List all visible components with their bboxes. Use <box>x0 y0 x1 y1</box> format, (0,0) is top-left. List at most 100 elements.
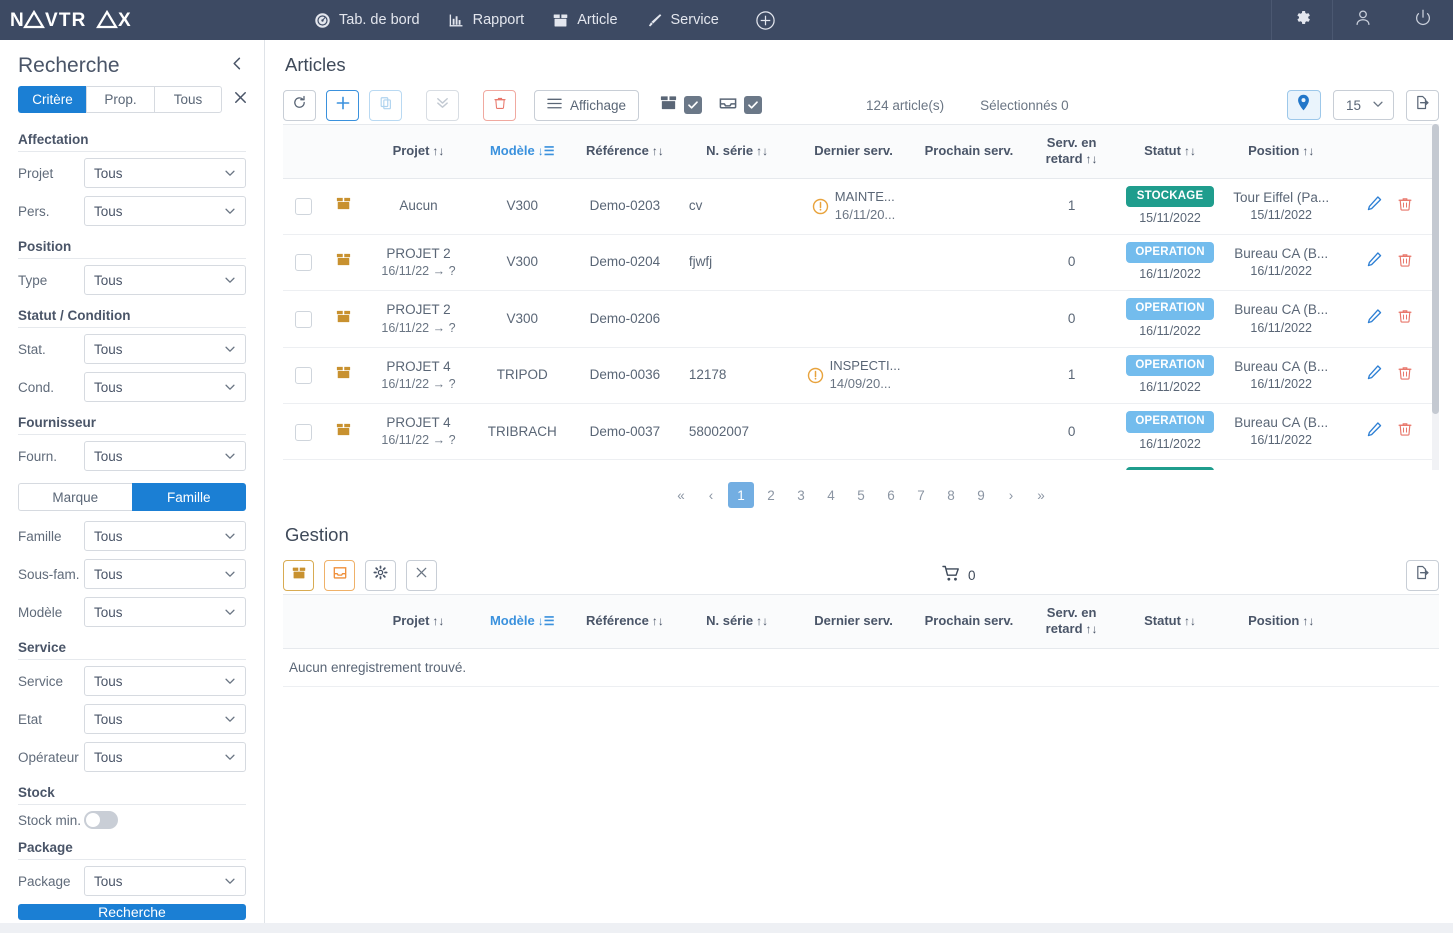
edit-row-button[interactable] <box>1366 308 1383 325</box>
select-service[interactable]: Tous <box>84 666 246 696</box>
pagination-next[interactable]: › <box>998 482 1024 508</box>
gestion-box-button[interactable] <box>283 559 314 591</box>
row-checkbox[interactable] <box>294 423 312 441</box>
pagination-page-5[interactable]: 5 <box>848 482 874 508</box>
add-article-button[interactable] <box>326 89 359 121</box>
col-projet[interactable]: Projet ↑↓ <box>363 124 474 179</box>
gestion-col-position[interactable]: Position ↑↓ <box>1222 594 1340 649</box>
col-statut[interactable]: Statut ↑↓ <box>1117 124 1223 179</box>
select-stat[interactable]: Tous <box>84 334 246 364</box>
delete-row-button[interactable] <box>1397 252 1413 268</box>
sidebar-collapse-button[interactable] <box>229 55 246 77</box>
gestion-col-dernier-serv[interactable]: Dernier serv. <box>795 594 912 649</box>
gestion-col-serv-retard[interactable]: Serv. en retard ↑↓ <box>1026 594 1118 649</box>
col-dernier-serv[interactable]: Dernier serv. <box>795 124 912 179</box>
select-modele[interactable]: Tous <box>84 597 246 627</box>
nav-item-service[interactable]: Service <box>632 0 733 40</box>
nav-add-button[interactable] <box>733 0 798 40</box>
select-cond[interactable]: Tous <box>84 372 246 402</box>
table-row[interactable]: AucunTRIBRACHDemo-0091vsdbsd 0STOCKAGE04/… <box>283 459 1439 470</box>
col-reference[interactable]: Référence ↑↓ <box>570 124 679 179</box>
pagination-page-8[interactable]: 8 <box>938 482 964 508</box>
table-row[interactable]: PROJET 2 16/11/22 → ? V300 Demo-0204 fjwfj 0 O… <box>283 234 1439 292</box>
cart-indicator[interactable]: 0 <box>942 565 976 585</box>
sidebar-close-button[interactable] <box>232 89 249 111</box>
row-checkbox[interactable] <box>294 367 312 385</box>
filter-tray-checkbox[interactable] <box>744 96 763 114</box>
row-checkbox[interactable] <box>294 254 312 272</box>
select-sous-famille[interactable]: Tous <box>84 559 246 589</box>
nav-item-dashboard[interactable]: Tab. de bord <box>300 0 434 40</box>
gestion-tray-button[interactable] <box>324 559 355 591</box>
pagination-page-1[interactable]: 1 <box>728 482 754 508</box>
edit-row-button[interactable] <box>1366 364 1383 381</box>
export-gestion-button[interactable] <box>1406 559 1439 591</box>
stock-min-toggle[interactable] <box>84 811 118 829</box>
delete-button[interactable] <box>483 89 516 121</box>
pagination-page-2[interactable]: 2 <box>758 482 784 508</box>
edit-row-button[interactable] <box>1366 251 1383 268</box>
delete-row-button[interactable] <box>1397 196 1413 212</box>
table-row[interactable]: PROJET 2 16/11/22 → ? V300 Demo-0206 0 OPERAT… <box>283 290 1439 348</box>
affichage-button[interactable]: Affichage <box>534 89 640 121</box>
table-row[interactable]: Aucun V300 Demo-0203 cv MAINTE... 16/11/20...… <box>283 178 1439 235</box>
filter-box-checkbox[interactable] <box>684 96 703 114</box>
settings-button[interactable] <box>1272 0 1332 40</box>
select-package[interactable]: Tous <box>84 866 246 896</box>
tab-critere[interactable]: Critère <box>18 86 86 113</box>
export-articles-button[interactable] <box>1406 89 1439 121</box>
select-famille[interactable]: Tous <box>84 521 246 551</box>
edit-row-button[interactable] <box>1366 421 1383 438</box>
gestion-col-modele[interactable]: Modèle ↓☰ <box>473 594 571 649</box>
gestion-col-statut[interactable]: Statut ↑↓ <box>1117 594 1223 649</box>
col-prochain-serv[interactable]: Prochain serv. <box>911 124 1027 179</box>
brand-logo[interactable]: N VTR X NAVTRAX <box>0 9 300 31</box>
logout-button[interactable] <box>1393 0 1453 40</box>
map-view-button[interactable] <box>1286 90 1321 120</box>
edit-row-button[interactable] <box>1366 195 1383 212</box>
expand-button[interactable] <box>426 89 459 121</box>
select-type[interactable]: Tous <box>84 265 246 295</box>
gestion-settings-button[interactable] <box>365 559 396 591</box>
scrollbar-thumb[interactable] <box>1432 124 1439 414</box>
tab-prop[interactable]: Prop. <box>86 86 154 113</box>
pagination-page-3[interactable]: 3 <box>788 482 814 508</box>
col-nserie[interactable]: N. série ↑↓ <box>678 124 796 179</box>
pagination-page-7[interactable]: 7 <box>908 482 934 508</box>
gestion-clear-button[interactable] <box>406 559 437 591</box>
page-size-select[interactable]: 15 <box>1332 90 1394 120</box>
delete-row-button[interactable] <box>1397 421 1413 437</box>
table-scrollbar[interactable] <box>1432 124 1439 470</box>
col-modele[interactable]: Modèle ↓☰ <box>473 124 571 179</box>
row-checkbox[interactable] <box>294 310 312 328</box>
col-serv-retard[interactable]: Serv. en retard ↑↓ <box>1026 124 1118 179</box>
gestion-col-nserie[interactable]: N. série ↑↓ <box>678 594 796 649</box>
delete-row-button[interactable] <box>1397 365 1413 381</box>
search-button[interactable]: Recherche <box>18 904 246 920</box>
pagination-page-4[interactable]: 4 <box>818 482 844 508</box>
gestion-col-projet[interactable]: Projet ↑↓ <box>363 594 474 649</box>
nav-item-rapport[interactable]: Rapport <box>434 0 539 40</box>
refresh-button[interactable] <box>283 89 316 121</box>
select-pers[interactable]: Tous <box>84 196 246 226</box>
pagination-page-6[interactable]: 6 <box>878 482 904 508</box>
row-checkbox[interactable] <box>294 198 312 216</box>
gestion-col-reference[interactable]: Référence ↑↓ <box>570 594 679 649</box>
select-projet[interactable]: Tous <box>84 158 246 188</box>
gestion-col-prochain-serv[interactable]: Prochain serv. <box>911 594 1027 649</box>
select-fourn[interactable]: Tous <box>84 441 246 471</box>
table-row[interactable]: PROJET 4 16/11/22 → ? TRIPOD Demo-0036 12178… <box>283 347 1439 405</box>
delete-row-button[interactable] <box>1397 308 1413 324</box>
pagination-page-9[interactable]: 9 <box>968 482 994 508</box>
segment-marque[interactable]: Marque <box>18 483 132 511</box>
nav-item-article[interactable]: Article <box>538 0 631 40</box>
select-operateur[interactable]: Tous <box>84 742 246 772</box>
pagination-last[interactable]: » <box>1028 482 1054 508</box>
col-position[interactable]: Position ↑↓ <box>1222 124 1340 179</box>
duplicate-button[interactable] <box>369 89 402 121</box>
user-button[interactable] <box>1333 0 1393 40</box>
table-row[interactable]: PROJET 4 16/11/22 → ? TRIBRACH Demo-0037 580… <box>283 403 1439 461</box>
pagination-first[interactable]: « <box>668 482 694 508</box>
segment-famille[interactable]: Famille <box>131 483 246 511</box>
tab-tous[interactable]: Tous <box>154 86 222 113</box>
